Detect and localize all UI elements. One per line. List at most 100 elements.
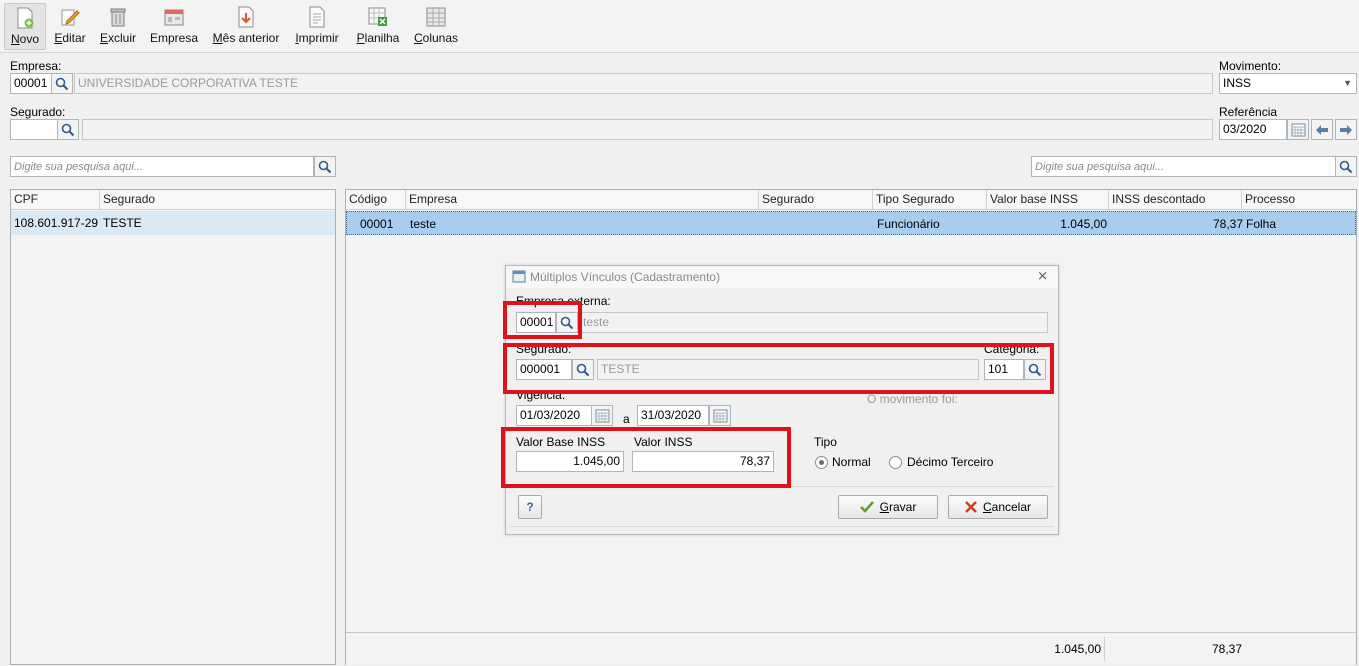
empresa-search-button[interactable]: [51, 73, 73, 94]
cancelar-label: Cancelar: [982, 500, 1032, 514]
column-header-valor-base[interactable]: Valor base INSS: [987, 190, 1109, 210]
colunas-label: Colunas: [413, 31, 459, 45]
close-icon: [965, 501, 977, 513]
referencia-field[interactable]: 03/2020: [1219, 119, 1287, 140]
column-header-tipo-segurado[interactable]: Tipo Segurado: [873, 190, 987, 210]
right-search-placeholder: Digite sua pesquisa aqui...: [1035, 161, 1165, 173]
highlight-segurado-categoria: [503, 343, 1054, 394]
calendar-icon: [713, 409, 727, 422]
empresa-cell: teste: [410, 217, 437, 231]
novo-button[interactable]: Novo: [4, 3, 46, 50]
arrow-left-icon: [1316, 124, 1328, 135]
tipo-label: Tipo: [814, 435, 837, 449]
new-document-icon: [17, 7, 34, 29]
dialog-title: Múltiplos Vínculos (Cadastramento): [530, 270, 721, 284]
empresa-code-field[interactable]: 00001: [10, 73, 52, 94]
print-icon: [309, 6, 325, 28]
empresa-externa-name-field: teste: [579, 312, 1048, 333]
referencia-label: Referência: [1219, 105, 1278, 119]
mes-anterior-label: Mês anterior: [212, 31, 280, 45]
trash-icon: [110, 8, 126, 27]
column-header-segurado[interactable]: Segurado: [100, 190, 336, 210]
multiplos-vinculos-dialog: Múltiplos Vínculos (Cadastramento) ⨯ Emp…: [505, 265, 1059, 535]
segurado-name-field: [82, 119, 1213, 140]
right-search-input[interactable]: Digite sua pesquisa aqui...: [1031, 156, 1336, 177]
highlight-empresa-externa: [503, 301, 582, 339]
referencia-calendar-button[interactable]: [1287, 119, 1309, 140]
search-icon: [318, 160, 332, 173]
segurado-code-field[interactable]: [10, 119, 58, 140]
help-icon: ?: [526, 500, 534, 514]
total-valor-base: 1.045,00: [987, 637, 1105, 661]
excluir-button[interactable]: Excluir: [98, 3, 138, 50]
table-row[interactable]: 00001 teste Funcionário 1.045,00 78,37 F…: [346, 211, 1356, 235]
column-header-processo[interactable]: Processo: [1242, 190, 1356, 210]
left-search-input[interactable]: Digite sua pesquisa aqui...: [10, 156, 314, 177]
chevron-down-icon: ▼: [1343, 78, 1352, 88]
vigencia-from-calendar-button[interactable]: [591, 405, 613, 426]
grid-header: Código Empresa Segurado Tipo Segurado Va…: [346, 190, 1356, 210]
left-search-placeholder: Digite sua pesquisa aqui...: [14, 161, 144, 173]
movimento-info-text: O movimento foi:: [867, 392, 958, 406]
window-icon: [512, 270, 526, 283]
company-icon: [164, 9, 184, 26]
tipo-decimo-terceiro-radio[interactable]: [889, 456, 902, 469]
edit-icon: [61, 9, 80, 26]
vigencia-from-field[interactable]: 01/03/2020: [516, 405, 592, 426]
left-search-button[interactable]: [314, 156, 336, 177]
tipo-normal-radio[interactable]: [815, 456, 828, 469]
editar-label: Editar: [54, 31, 86, 45]
excluir-label: Excluir: [99, 31, 137, 45]
vigencia-to-calendar-button[interactable]: [709, 405, 731, 426]
search-icon: [55, 77, 69, 90]
empresa-button[interactable]: Empresa: [148, 3, 200, 50]
tipo-decimo-terceiro-label: Décimo Terceiro: [907, 455, 994, 469]
total-inss-descontado: 78,37: [1211, 642, 1242, 656]
editar-button[interactable]: Editar: [52, 3, 88, 50]
gravar-button[interactable]: Gravar: [838, 495, 938, 519]
inss-descontado-cell: 78,37: [1212, 217, 1243, 231]
novo-label: Novo: [10, 32, 40, 46]
column-header-inss-descontado[interactable]: INSS descontado: [1109, 190, 1242, 210]
planilha-label: Planilha: [356, 31, 400, 45]
search-icon: [61, 123, 75, 136]
arrow-right-icon: [1340, 124, 1352, 135]
gravar-label: Gravar: [879, 500, 917, 514]
grid-header: CPF Segurado: [11, 190, 335, 210]
close-icon[interactable]: ⨯: [1037, 268, 1048, 284]
empresa-label: Empresa:: [10, 59, 62, 73]
calendar-icon: [595, 409, 609, 422]
codigo-cell: 00001: [360, 217, 394, 231]
spreadsheet-icon: [368, 7, 387, 26]
right-search-button[interactable]: [1335, 156, 1357, 177]
column-header-codigo[interactable]: Código: [346, 190, 406, 210]
table-row[interactable]: 108.601.917-29 TESTE: [11, 211, 335, 235]
tipo-segurado-cell: Funcionário: [877, 217, 940, 231]
divider: [510, 526, 1054, 527]
movimento-value: INSS: [1223, 76, 1252, 90]
column-header-segurado[interactable]: Segurado: [759, 190, 873, 210]
column-header-empresa[interactable]: Empresa: [406, 190, 759, 210]
mes-anterior-button[interactable]: Mês anterior: [210, 3, 282, 50]
imprimir-button[interactable]: Imprimir: [290, 3, 344, 50]
segurado-search-button[interactable]: [57, 119, 79, 140]
planilha-button[interactable]: Planilha: [354, 3, 402, 50]
next-reference-button[interactable]: [1335, 119, 1357, 140]
grid-footer: 1.045,00 78,37: [346, 632, 1356, 665]
tipo-normal-label: Normal: [832, 455, 871, 469]
vigencia-separator: a: [623, 412, 630, 426]
column-header-cpf[interactable]: CPF: [11, 190, 100, 210]
toolbar: Novo Editar Excluir Empresa Mês anterior…: [0, 0, 1359, 53]
help-button[interactable]: ?: [518, 495, 542, 519]
previous-reference-button[interactable]: [1311, 119, 1333, 140]
colunas-button[interactable]: Colunas: [410, 3, 462, 50]
columns-icon: [426, 7, 446, 27]
segurado-cell: TESTE: [103, 216, 142, 230]
calendar-icon: [1291, 123, 1305, 136]
movimento-select[interactable]: INSS ▼: [1219, 73, 1357, 94]
vigencia-to-field[interactable]: 31/03/2020: [637, 405, 709, 426]
movimento-label: Movimento:: [1219, 59, 1282, 73]
cancelar-button[interactable]: Cancelar: [948, 495, 1048, 519]
search-icon: [1339, 160, 1353, 173]
empresa-name-field: UNIVERSIDADE CORPORATIVA TESTE: [74, 73, 1213, 94]
